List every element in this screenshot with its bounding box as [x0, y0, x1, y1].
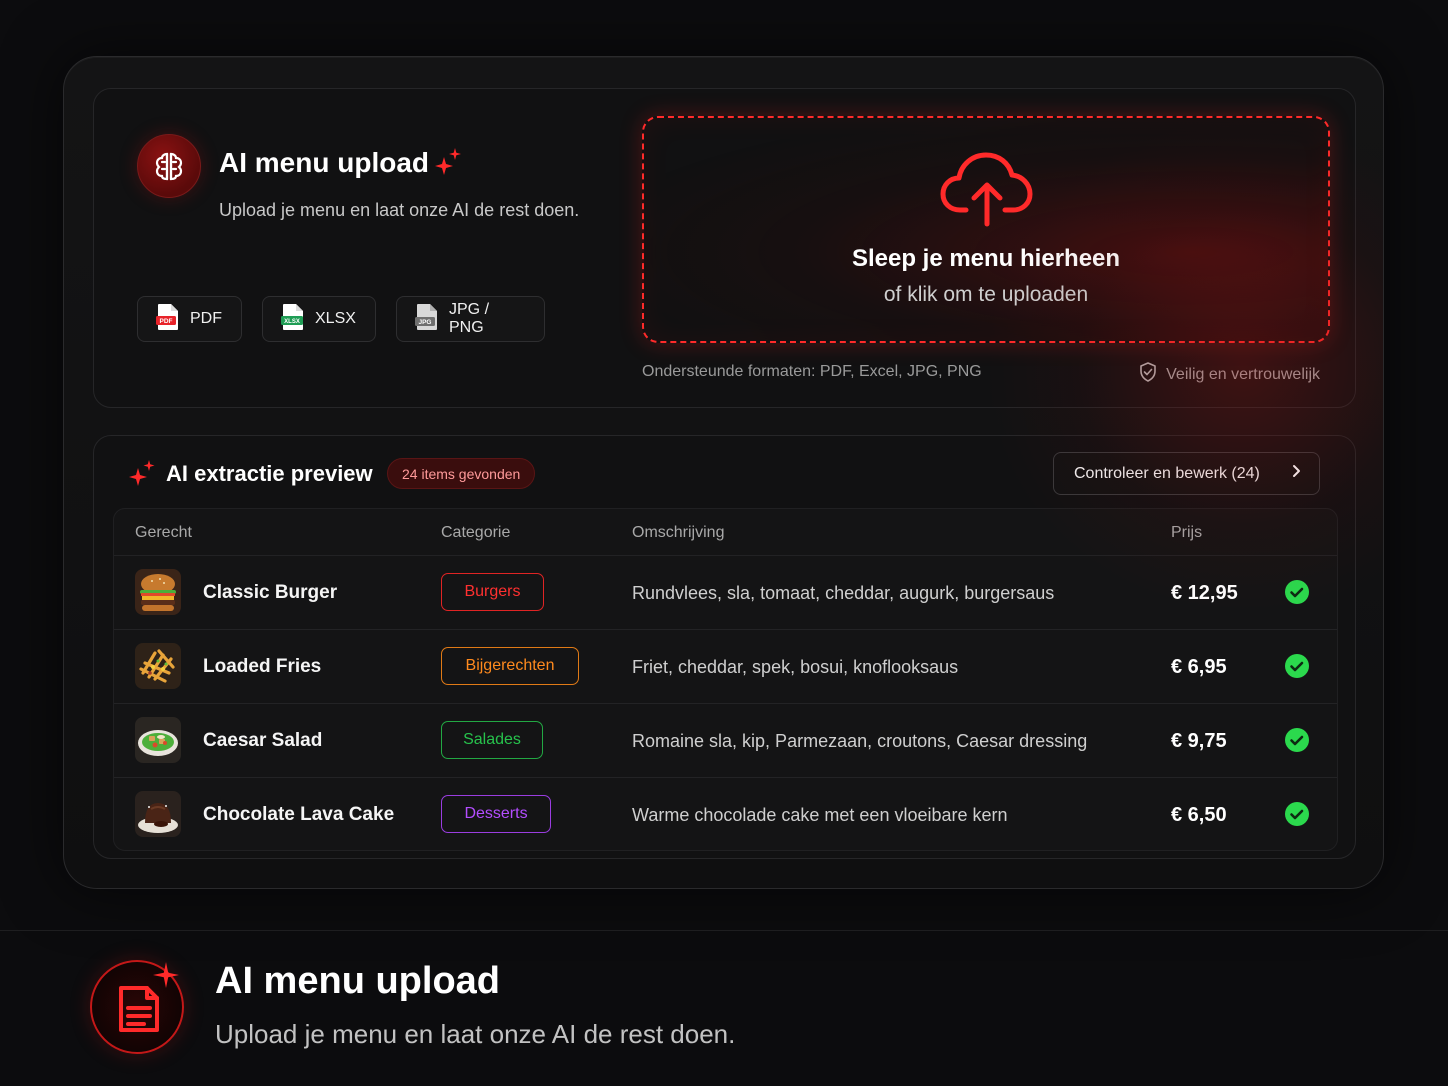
chip-jpg-png[interactable]: JPG JPG / PNG	[396, 296, 545, 342]
fries-image	[135, 643, 181, 689]
dish-name: Loaded Fries	[203, 656, 322, 677]
cake-image	[135, 791, 181, 837]
extraction-table: Gerecht Categorie Omschrijving Prijs Cla…	[113, 508, 1338, 851]
dish-description: Rundvlees, sla, tomaat, cheddar, augurk,…	[632, 583, 1055, 603]
chip-pdf[interactable]: PDF PDF	[137, 296, 242, 342]
check-circle-icon	[1285, 728, 1309, 757]
brain-icon	[137, 134, 201, 198]
dropzone-title: Sleep je menu hierheen	[851, 245, 1121, 272]
table-row[interactable]: Loaded Fries Bijgerechten Friet, cheddar…	[114, 630, 1337, 704]
secure-note: Veilig en vertrouwelijk	[1139, 362, 1320, 387]
chip-label: XLSX	[315, 310, 356, 327]
chip-label: PDF	[190, 310, 222, 327]
dish-name: Classic Burger	[203, 582, 338, 603]
category-badge: Burgers	[441, 573, 544, 611]
secure-label: Veilig en vertrouwelijk	[1166, 365, 1320, 383]
dropzone-subtitle: of klik om te uploaden	[883, 283, 1089, 306]
column-header-dish: Gerecht	[135, 524, 192, 541]
table-row[interactable]: Caesar Salad Salades Romaine sla, kip, P…	[114, 704, 1337, 778]
preview-card: AI extractie preview 24 items gevonden C…	[93, 435, 1356, 859]
dish-description: Romaine sla, kip, Parmezaan, croutons, C…	[632, 731, 1088, 751]
dish-name: Caesar Salad	[203, 730, 323, 751]
upload-card: AI menu upload Upload je menu en laat on…	[93, 88, 1356, 408]
dish-price: € 6,50	[1171, 804, 1227, 826]
chevron-right-icon	[1291, 464, 1301, 483]
column-header-description: Omschrijving	[632, 524, 725, 541]
svg-text:XLSX: XLSX	[284, 319, 300, 325]
shield-icon	[1139, 362, 1157, 387]
sparkle-icon	[153, 962, 179, 993]
svg-text:PDF: PDF	[160, 318, 173, 325]
footer-subtitle: Upload je menu en laat onze AI de rest d…	[215, 1019, 736, 1049]
sparkle-icon	[434, 147, 462, 182]
jpg-file-icon: JPG	[415, 303, 439, 336]
dropzone[interactable]: Sleep je menu hierheen of klik om te upl…	[642, 116, 1330, 343]
dish-price: € 12,95	[1171, 582, 1238, 604]
sparkle-icon	[129, 460, 155, 491]
ai-upload-panel: AI menu upload Upload je menu en laat on…	[63, 56, 1384, 889]
check-circle-icon	[1285, 580, 1309, 609]
supported-formats: Ondersteunde formaten: PDF, Excel, JPG, …	[642, 363, 982, 380]
svg-text:JPG: JPG	[418, 319, 431, 326]
column-header-category: Categorie	[441, 524, 511, 541]
format-chips: PDF PDF XLSX XLSX JPG JPG / PNG	[137, 296, 545, 342]
table-header: Gerecht Categorie Omschrijving Prijs	[114, 509, 1337, 556]
preview-title: AI extractie preview	[166, 461, 373, 486]
check-circle-icon	[1285, 654, 1309, 683]
burger-image	[135, 569, 181, 615]
chip-xlsx[interactable]: XLSX XLSX	[262, 296, 376, 342]
category-badge: Salades	[441, 721, 543, 759]
category-badge: Bijgerechten	[441, 647, 579, 685]
upload-subtitle: Upload je menu en laat onze AI de rest d…	[219, 200, 580, 220]
review-edit-label: Controleer en bewerk (24)	[1074, 464, 1260, 482]
dish-description: Friet, cheddar, spek, bosui, knoflooksau…	[632, 657, 959, 677]
upload-title: AI menu upload	[219, 147, 429, 178]
footer-title: AI menu upload	[215, 960, 500, 1002]
xlsx-file-icon: XLSX	[281, 303, 305, 336]
pdf-file-icon: PDF	[156, 303, 180, 336]
section-divider	[0, 930, 1448, 931]
column-header-price: Prijs	[1171, 524, 1203, 541]
salad-image	[135, 717, 181, 763]
cloud-upload-icon	[940, 152, 1034, 233]
category-badge: Desserts	[441, 795, 551, 833]
table-row[interactable]: Chocolate Lava Cake Desserts Warme choco…	[114, 778, 1337, 850]
check-circle-icon	[1285, 802, 1309, 831]
items-found-badge: 24 items gevonden	[387, 458, 536, 489]
dish-price: € 6,95	[1171, 656, 1227, 678]
table-row[interactable]: Classic Burger Burgers Rundvlees, sla, t…	[114, 556, 1337, 630]
dish-description: Warme chocolade cake met een vloeibare k…	[632, 805, 1008, 825]
dish-name: Chocolate Lava Cake	[203, 804, 395, 825]
chip-label: JPG / PNG	[449, 301, 490, 336]
review-edit-button[interactable]: Controleer en bewerk (24)	[1053, 452, 1320, 495]
dish-price: € 9,75	[1171, 730, 1227, 752]
